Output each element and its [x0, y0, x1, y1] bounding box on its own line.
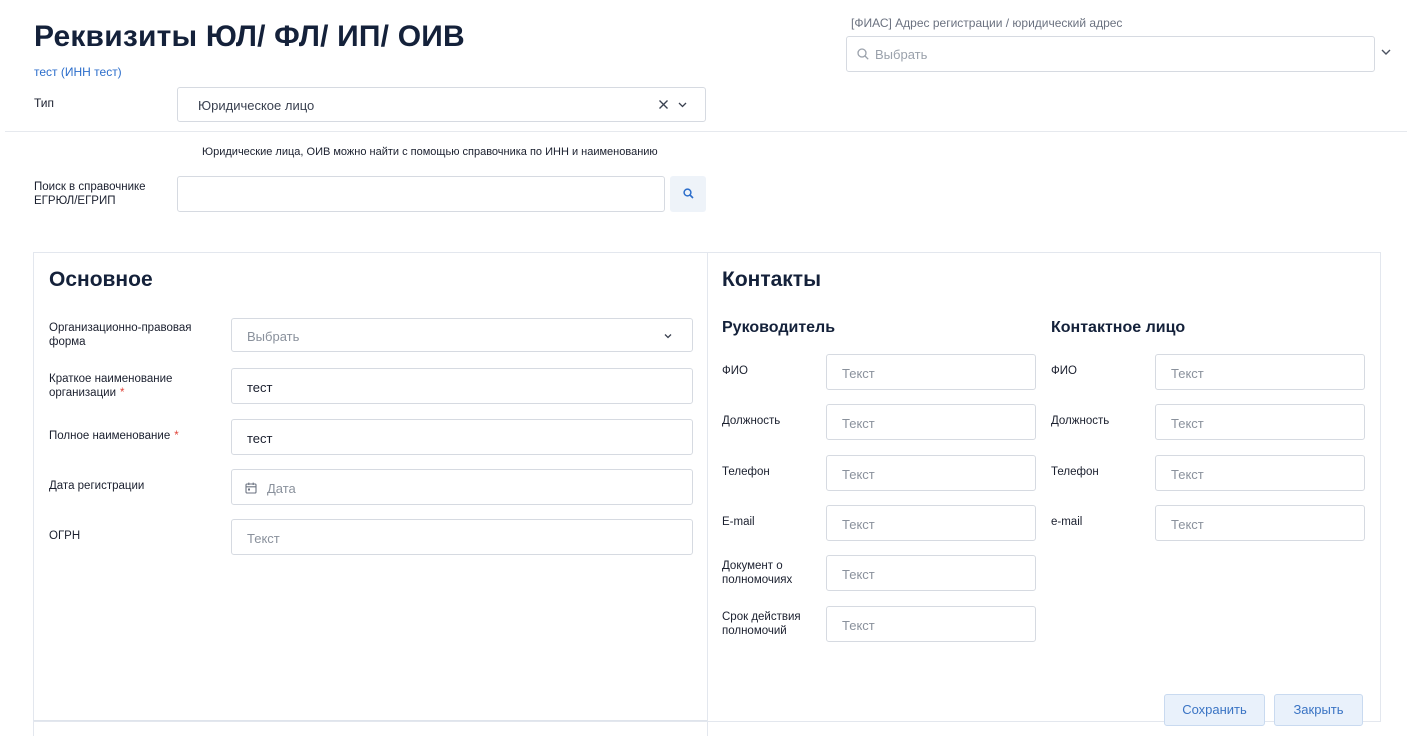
lower-panel-left	[33, 720, 708, 736]
head-fio-label: ФИО	[722, 365, 748, 377]
registry-search-input[interactable]	[177, 176, 665, 212]
head-email-placeholder: Текст	[842, 517, 875, 532]
contact-email-input[interactable]: Текст	[1155, 505, 1365, 541]
reg-date-input[interactable]: Дата	[231, 469, 693, 505]
chevron-down-icon	[664, 334, 672, 339]
head-subtitle: Руководитель	[722, 319, 836, 336]
contact-fio-label: ФИО	[1051, 365, 1077, 377]
opf-label: Организационно-правовая форма	[49, 322, 192, 348]
required-mark: *	[120, 387, 125, 399]
head-authority-term-label: Срок действия полномочий	[722, 611, 801, 637]
header-divider	[5, 131, 1407, 132]
contact-fio-placeholder: Текст	[1171, 366, 1204, 381]
short-name-label: Краткое наименование организации *	[49, 372, 224, 400]
clear-icon[interactable]	[658, 99, 669, 110]
contact-email-label: e-mail	[1051, 516, 1083, 528]
ogrn-placeholder: Текст	[247, 531, 280, 546]
contact-position-label: Должность	[1051, 415, 1110, 427]
fias-address-placeholder: Выбрать	[875, 47, 928, 62]
head-authority-doc-input[interactable]: Текст	[826, 555, 1036, 591]
contact-email-placeholder: Текст	[1171, 517, 1204, 532]
head-fio-input[interactable]: Текст	[826, 354, 1036, 390]
head-phone-input[interactable]: Текст	[826, 455, 1036, 491]
contact-phone-placeholder: Текст	[1171, 467, 1204, 482]
head-email-label: E-mail	[722, 516, 755, 528]
type-label: Тип	[34, 96, 55, 110]
search-hint: Юридические лица, ОИВ можно найти с помо…	[202, 146, 658, 158]
chevron-down-icon[interactable]	[677, 99, 688, 110]
contact-person-subtitle: Контактное лицо	[1051, 319, 1186, 336]
main-section-title: Основное	[49, 268, 153, 291]
calendar-icon	[245, 482, 257, 494]
head-authority-term-input[interactable]: Текст	[826, 606, 1036, 642]
full-name-label: Полное наименование *	[49, 429, 224, 443]
head-phone-placeholder: Текст	[842, 467, 875, 482]
reg-date-placeholder: Дата	[267, 481, 296, 496]
search-icon	[857, 48, 869, 60]
head-authority-doc-placeholder: Текст	[842, 567, 875, 582]
search-icon	[683, 188, 694, 199]
reg-date-label: Дата регистрации	[49, 480, 145, 492]
contact-phone-input[interactable]: Текст	[1155, 455, 1365, 491]
full-name-value: тест	[247, 431, 273, 446]
head-position-placeholder: Текст	[842, 416, 875, 431]
ogrn-input[interactable]: Текст	[231, 519, 693, 555]
contact-phone-label: Телефон	[1051, 466, 1099, 478]
organization-link[interactable]: тест (ИНН тест)	[34, 65, 122, 79]
required-mark: *	[174, 430, 179, 442]
fias-address-label: [ФИАС] Адрес регистрации / юридический а…	[851, 16, 1123, 30]
head-email-input[interactable]: Текст	[826, 505, 1036, 541]
type-select[interactable]: Юридическое лицо	[177, 87, 706, 122]
registry-search-button[interactable]	[670, 176, 706, 212]
close-button[interactable]: Закрыть	[1274, 694, 1363, 726]
contact-fio-input[interactable]: Текст	[1155, 354, 1365, 390]
page-title: Реквизиты ЮЛ/ ФЛ/ ИП/ ОИВ	[34, 20, 465, 53]
contact-position-placeholder: Текст	[1171, 416, 1204, 431]
chevron-down-icon[interactable]	[1380, 46, 1392, 58]
head-position-input[interactable]: Текст	[826, 404, 1036, 440]
contacts-section-title: Контакты	[722, 268, 822, 291]
head-phone-label: Телефон	[722, 466, 770, 478]
head-position-label: Должность	[722, 415, 781, 427]
head-authority-doc-label: Документ о полномочиях	[722, 560, 793, 586]
fias-address-select[interactable]: Выбрать	[846, 36, 1375, 72]
short-name-label-text: Краткое наименование организации	[49, 373, 173, 399]
opf-select[interactable]: Выбрать	[231, 318, 693, 352]
ogrn-label: ОГРН	[49, 530, 81, 542]
type-select-value: Юридическое лицо	[198, 98, 315, 113]
registry-search-label: Поиск в справочнике ЕГРЮЛ/ЕГРИП	[34, 181, 146, 207]
short-name-input[interactable]: тест	[231, 368, 693, 404]
opf-placeholder: Выбрать	[247, 329, 300, 344]
full-name-input[interactable]: тест	[231, 419, 693, 455]
full-name-label-text: Полное наименование	[49, 430, 171, 442]
contact-position-input[interactable]: Текст	[1155, 404, 1365, 440]
head-fio-placeholder: Текст	[842, 366, 875, 381]
save-button[interactable]: Сохранить	[1164, 694, 1265, 726]
short-name-value: тест	[247, 380, 273, 395]
head-authority-term-placeholder: Текст	[842, 618, 875, 633]
